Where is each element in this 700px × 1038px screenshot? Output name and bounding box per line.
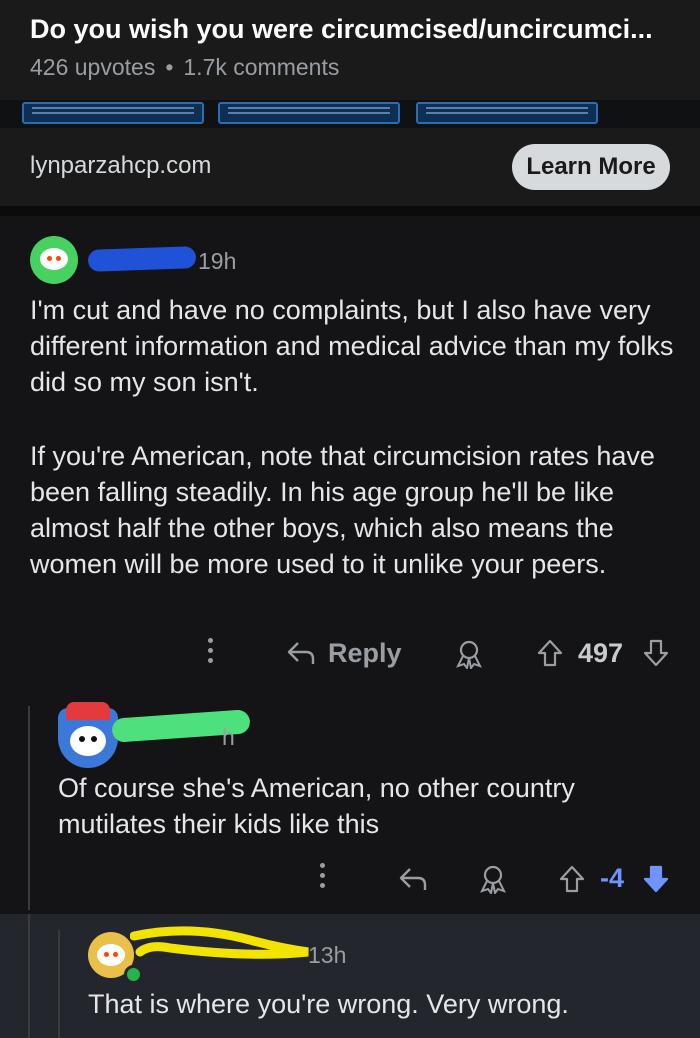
comment-time: 19h [198,248,237,274]
upvote-icon[interactable] [558,864,586,894]
upvote-count: 426 upvotes [30,54,156,80]
more-options-icon[interactable] [320,863,326,893]
post-meta: 426 upvotes • 1.7k comments [30,54,339,81]
ad-thumbnail[interactable] [416,102,598,124]
redaction-scribble [87,246,197,272]
comment-body: That is where you're wrong. Very wrong. [88,989,569,1019]
reply-arrow-icon[interactable] [286,640,316,666]
ad-thumbnail[interactable] [22,102,204,124]
comment-actions: Reply 497 [0,634,700,674]
divider [0,206,700,216]
more-options-icon[interactable] [208,638,214,668]
comment-body: If you're American, note that circumcisi… [30,441,655,579]
downvote-icon[interactable] [642,638,670,668]
upvote-icon[interactable] [536,638,564,668]
downvote-active-icon[interactable] [642,864,670,894]
thread-line[interactable] [28,914,30,1038]
comment-time: h [222,724,235,750]
comment-body: Of course she's American, no other count… [58,773,575,839]
reply-button[interactable]: Reply [328,638,402,669]
meta-separator: • [165,54,174,80]
post-header[interactable]: Do you wish you were circumcised/uncircu… [0,0,700,100]
comment-time: 13h [308,942,347,968]
thread-line[interactable] [58,930,60,1038]
avatar[interactable] [30,236,78,284]
reply-arrow-icon[interactable] [398,866,428,892]
ad-thumbnail[interactable] [218,102,400,124]
comment-actions: -4 [0,860,700,900]
redaction-scribble [130,926,309,959]
award-icon[interactable] [478,864,508,894]
comment-body: I'm cut and have no complaints, but I al… [30,295,674,397]
learn-more-button[interactable]: Learn More [512,144,670,190]
avatar[interactable] [58,702,118,768]
vote-score: 497 [578,638,624,668]
comment-count: 1.7k comments [183,54,340,80]
post-title[interactable]: Do you wish you were circumcised/uncircu… [30,14,680,45]
award-icon[interactable] [454,639,484,669]
online-indicator [124,965,143,984]
ad-domain[interactable]: lynparzahcp.com [30,152,211,180]
vote-score: -4 [600,863,625,893]
